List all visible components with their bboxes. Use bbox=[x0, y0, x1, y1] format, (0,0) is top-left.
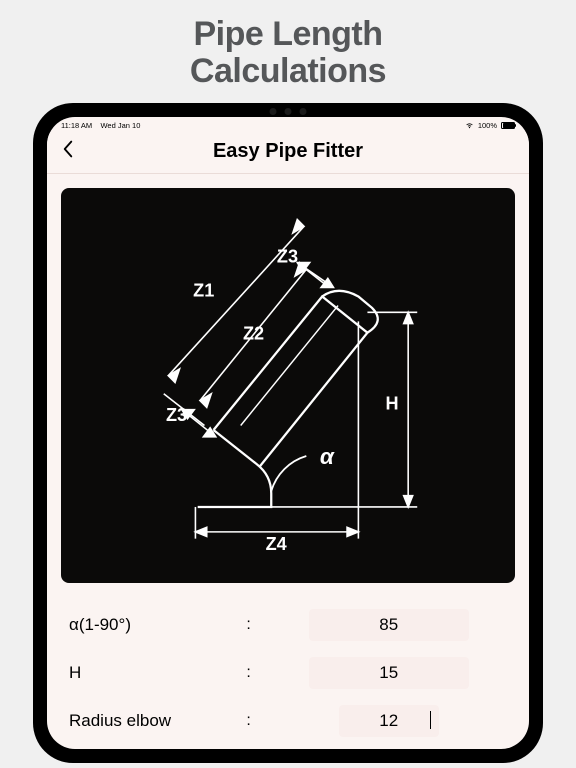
svg-text:α: α bbox=[320, 444, 335, 469]
battery-icon bbox=[501, 122, 515, 129]
svg-text:Z3: Z3 bbox=[166, 405, 187, 425]
row-label: α(1-90°) bbox=[69, 615, 227, 635]
row-h: H : 15 bbox=[63, 649, 513, 697]
row-radius-elbow: Radius elbow : 12 bbox=[63, 697, 513, 745]
hero-title: Pipe Length Calculations bbox=[0, 0, 576, 103]
h-input[interactable]: 15 bbox=[309, 657, 469, 689]
svg-text:Z4: Z4 bbox=[265, 534, 286, 554]
input-rows: α(1-90°) : 85 H : 15 Radius elbow : bbox=[61, 601, 515, 745]
row-separator: : bbox=[227, 712, 271, 730]
alpha-input[interactable]: 85 bbox=[309, 609, 469, 641]
row-separator: : bbox=[227, 616, 271, 634]
svg-text:H: H bbox=[385, 394, 398, 414]
row-label: Radius elbow bbox=[69, 711, 227, 731]
device-frame: 11:18 AM Wed Jan 10 100% Easy Pipe Fitte… bbox=[33, 103, 543, 763]
status-time: 11:18 AM bbox=[61, 121, 92, 130]
radius-elbow-input[interactable]: 12 bbox=[339, 705, 439, 737]
row-separator: : bbox=[227, 664, 271, 682]
status-date: Wed Jan 10 bbox=[100, 121, 140, 130]
wifi-icon bbox=[465, 121, 474, 130]
row-alpha: α(1-90°) : 85 bbox=[63, 601, 513, 649]
topbar: Easy Pipe Fitter bbox=[47, 132, 529, 174]
hero-line2: Calculations bbox=[190, 52, 386, 90]
device-screen: 11:18 AM Wed Jan 10 100% Easy Pipe Fitte… bbox=[47, 117, 529, 749]
device-notch bbox=[270, 108, 307, 115]
page-title: Easy Pipe Fitter bbox=[61, 140, 515, 163]
svg-text:Z2: Z2 bbox=[243, 324, 264, 344]
pipe-diagram: Z1 Z2 Z3 Z3 Z4 H α bbox=[61, 188, 515, 583]
svg-text:Z1: Z1 bbox=[193, 281, 214, 301]
status-battery-pct: 100% bbox=[478, 121, 497, 130]
hero-line1: Pipe Length bbox=[193, 15, 382, 53]
row-label: H bbox=[69, 663, 227, 683]
svg-text:Z3: Z3 bbox=[277, 247, 298, 267]
status-bar: 11:18 AM Wed Jan 10 100% bbox=[47, 117, 529, 132]
